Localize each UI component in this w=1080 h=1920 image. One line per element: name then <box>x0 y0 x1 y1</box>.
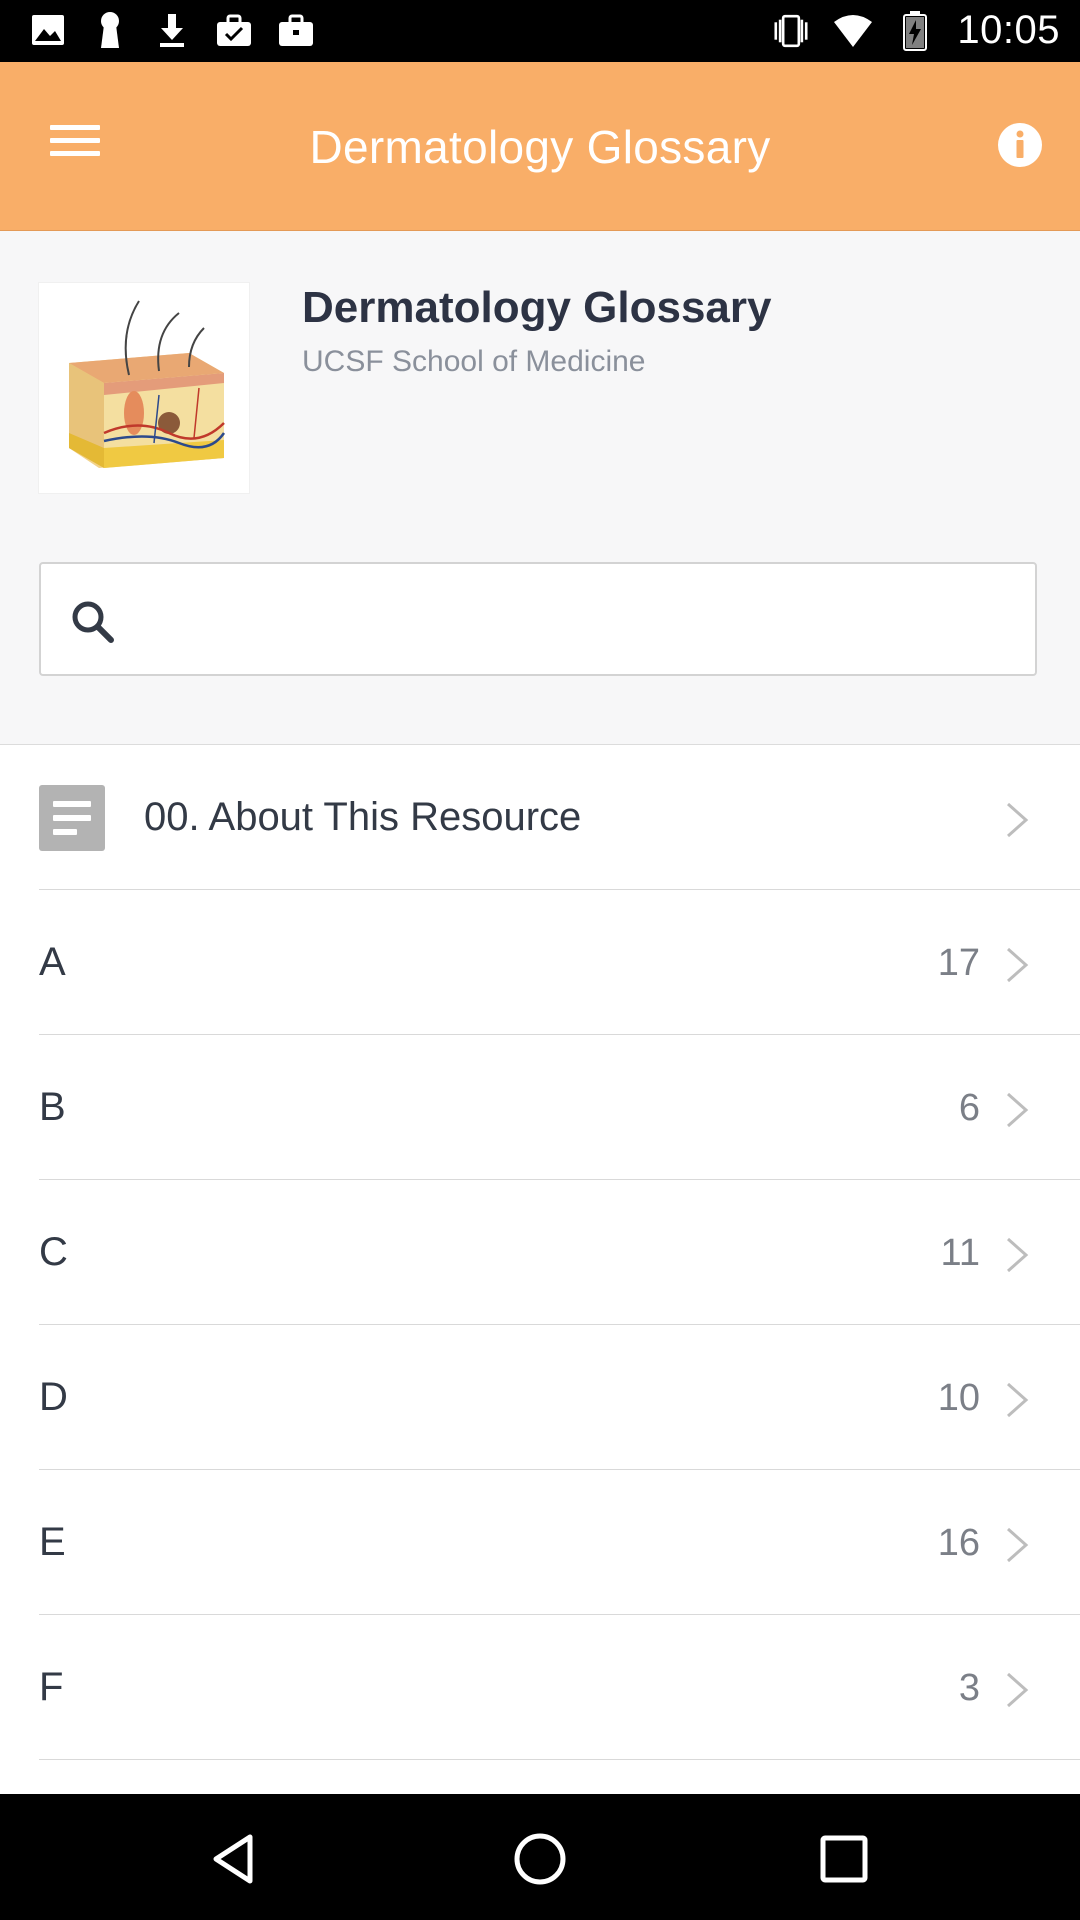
list-item-f[interactable]: F 3 <box>39 1615 1080 1760</box>
image-icon <box>28 10 68 50</box>
vibrate-icon <box>771 11 811 51</box>
glossary-list: 00. About This Resource A 17 B 6 C 11 D … <box>0 744 1080 1795</box>
list-item-count: 6 <box>958 1087 980 1129</box>
list-item-label: B <box>39 1085 66 1129</box>
list-item-count: 3 <box>958 1667 980 1709</box>
keyhole-icon <box>90 10 130 50</box>
search-input[interactable] <box>141 584 1005 656</box>
list-item-count: 17 <box>937 942 980 984</box>
list-item-label: C <box>39 1230 68 1274</box>
briefcase-check-icon <box>214 10 254 50</box>
back-button[interactable] <box>206 1829 266 1889</box>
resource-title: Dermatology Glossary <box>302 283 772 332</box>
wifi-icon <box>833 11 873 51</box>
home-button[interactable] <box>510 1829 570 1889</box>
chevron-right-icon <box>1007 947 1029 983</box>
chevron-right-icon <box>1007 1092 1029 1128</box>
list-item-count: 10 <box>937 1377 980 1419</box>
chevron-right-icon <box>1007 1237 1029 1273</box>
list-item-about[interactable]: 00. About This Resource <box>39 745 1080 890</box>
chevron-right-icon <box>1007 1672 1029 1708</box>
battery-charging-icon <box>895 10 935 51</box>
list-item-e[interactable]: E 16 <box>39 1470 1080 1615</box>
clock: 10:05 <box>957 8 1060 52</box>
chevron-right-icon <box>1007 802 1029 838</box>
list-item-label: F <box>39 1665 64 1709</box>
list-item-label: D <box>39 1375 68 1419</box>
briefcase-icon <box>276 10 316 50</box>
search-box[interactable] <box>39 562 1037 676</box>
app-title: Dermatology Glossary <box>309 121 771 173</box>
recents-button[interactable] <box>814 1829 874 1889</box>
list-item-label: A <box>39 940 66 984</box>
list-item-count: 16 <box>937 1522 980 1564</box>
home-icon <box>514 1833 566 1885</box>
list-item-a[interactable]: A 17 <box>39 890 1080 1035</box>
resource-header: Dermatology Glossary UCSF School of Medi… <box>0 231 1080 744</box>
system-nav-bar <box>0 1794 1080 1920</box>
list-item-c[interactable]: C 11 <box>39 1180 1080 1325</box>
chevron-right-icon <box>1007 1382 1029 1418</box>
info-button[interactable] <box>996 121 1044 169</box>
status-bar: 10:05 <box>0 0 1080 62</box>
back-icon <box>213 1834 253 1884</box>
app-bar: Dermatology Glossary <box>0 62 1080 231</box>
skin-cross-section-image <box>39 283 249 493</box>
info-icon <box>998 123 1042 167</box>
document-icon <box>39 785 105 851</box>
list-item-count: 11 <box>940 1232 980 1274</box>
chevron-right-icon <box>1007 1527 1029 1563</box>
list-item-b[interactable]: B 6 <box>39 1035 1080 1180</box>
list-item-label: E <box>39 1520 66 1564</box>
list-item-d[interactable]: D 10 <box>39 1325 1080 1470</box>
list-item-label: 00. About This Resource <box>144 795 582 839</box>
search-icon <box>72 601 114 643</box>
download-icon <box>152 10 192 50</box>
resource-subtitle: UCSF School of Medicine <box>302 345 646 378</box>
recents-icon <box>820 1835 868 1883</box>
